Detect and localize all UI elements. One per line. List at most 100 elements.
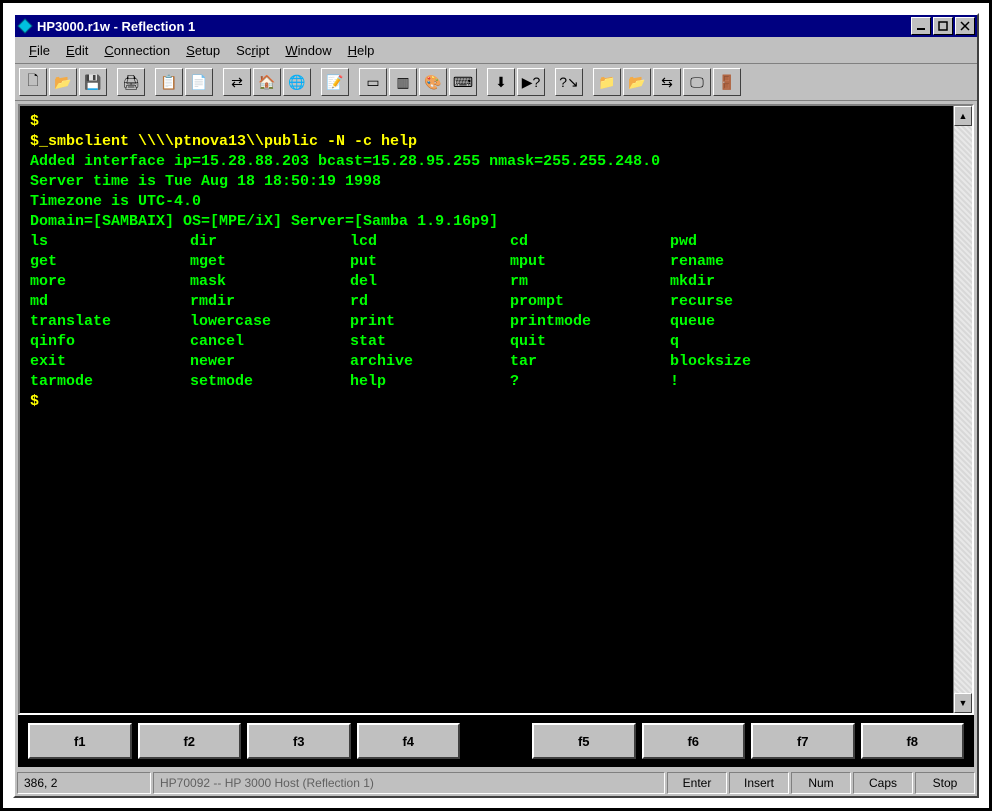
window-a-icon[interactable]: ▭ xyxy=(359,68,387,96)
terminal[interactable]: $ $_smbclient \\\\ptnova13\\public -N -c … xyxy=(20,106,953,713)
terminal-command-cell: put xyxy=(350,252,510,272)
menu-window[interactable]: Window xyxy=(277,41,339,60)
paste-icon[interactable]: 📄 xyxy=(185,68,213,96)
fkey-f4[interactable]: f4 xyxy=(357,723,461,759)
terminal-command-cell: printmode xyxy=(510,312,670,332)
terminal-line: Timezone is UTC-4.0 xyxy=(30,192,943,212)
download-icon[interactable]: ⬇ xyxy=(487,68,515,96)
window-title: HP3000.r1w - Reflection 1 xyxy=(37,19,909,34)
toolbar-separator xyxy=(547,69,553,95)
terminal-command-cell: setmode xyxy=(190,372,350,392)
status-host-label: HP70092 -- HP 3000 Host (Reflection 1) xyxy=(153,772,665,794)
status-caps[interactable]: Caps xyxy=(853,772,913,794)
fkey-f3[interactable]: f3 xyxy=(247,723,351,759)
terminal-command-cell: blocksize xyxy=(670,352,830,372)
window-b-icon[interactable]: ▥ xyxy=(389,68,417,96)
terminal-command-cell: rm xyxy=(510,272,670,292)
exit-icon[interactable]: 🚪 xyxy=(713,68,741,96)
copy-icon[interactable]: 📋 xyxy=(155,68,183,96)
terminal-command-cell: translate xyxy=(30,312,190,332)
fkey-f2[interactable]: f2 xyxy=(138,723,242,759)
home-icon[interactable]: 🏠 xyxy=(253,68,281,96)
terminal-command-cell: archive xyxy=(350,352,510,372)
terminal-command-row: exitnewerarchivetarblocksize xyxy=(30,352,943,372)
terminal-line: $_smbclient \\\\ptnova13\\public -N -c h… xyxy=(30,132,943,152)
display-icon[interactable]: 🖵 xyxy=(683,68,711,96)
terminal-command-row: lsdirlcdcdpwd xyxy=(30,232,943,252)
globe-icon[interactable]: 🌐 xyxy=(283,68,311,96)
run-script-icon[interactable]: ▶? xyxy=(517,68,545,96)
menu-help[interactable]: Help xyxy=(340,41,383,60)
connect-icon[interactable]: ⇄ xyxy=(223,68,251,96)
folder-in-icon[interactable]: 📂 xyxy=(623,68,651,96)
scroll-down-button[interactable]: ▼ xyxy=(954,693,972,713)
menu-bar: FileEditConnectionSetupScriptWindowHelp xyxy=(15,37,977,64)
terminal-command-cell: lcd xyxy=(350,232,510,252)
save-disk-icon[interactable]: 💾 xyxy=(79,68,107,96)
terminal-line: $ xyxy=(30,392,943,412)
terminal-command-cell: queue xyxy=(670,312,830,332)
toolbar: 🗋📂💾🖨📋📄⇄🏠🌐📝▭▥🎨⌨⬇▶??↘📁📂⇆🖵🚪 xyxy=(15,64,977,101)
fkey-f8[interactable]: f8 xyxy=(861,723,965,759)
fkey-f5[interactable]: f5 xyxy=(532,723,636,759)
scroll-up-button[interactable]: ▲ xyxy=(954,106,972,126)
toolbar-separator xyxy=(215,69,221,95)
status-stop[interactable]: Stop xyxy=(915,772,975,794)
scroll-track[interactable] xyxy=(954,126,972,693)
status-cursor-position: 386, 2 xyxy=(17,772,151,794)
terminal-command-cell: newer xyxy=(190,352,350,372)
menu-file[interactable]: File xyxy=(21,41,58,60)
app-window: HP3000.r1w - Reflection 1 FileEditConnec… xyxy=(13,13,979,798)
new-doc-icon[interactable]: 🗋 xyxy=(19,68,47,96)
terminal-command-cell: get xyxy=(30,252,190,272)
terminal-frame: $ $_smbclient \\\\ptnova13\\public -N -c … xyxy=(18,104,974,715)
folder-out-icon[interactable]: 📁 xyxy=(593,68,621,96)
close-button[interactable] xyxy=(955,17,975,35)
toolbar-separator xyxy=(585,69,591,95)
menu-script[interactable]: Script xyxy=(228,41,277,60)
terminal-command-row: getmgetputmputrename xyxy=(30,252,943,272)
context-help-icon[interactable]: ?↘ xyxy=(555,68,583,96)
fkey-f7[interactable]: f7 xyxy=(751,723,855,759)
menu-setup[interactable]: Setup xyxy=(178,41,228,60)
terminal-line: Domain=[SAMBAIX] OS=[MPE/iX] Server=[Sam… xyxy=(30,212,943,232)
terminal-command-cell: tarmode xyxy=(30,372,190,392)
terminal-command-cell: cd xyxy=(510,232,670,252)
terminal-command-cell: qinfo xyxy=(30,332,190,352)
palette-icon[interactable]: 🎨 xyxy=(419,68,447,96)
status-enter[interactable]: Enter xyxy=(667,772,727,794)
terminal-command-cell: mput xyxy=(510,252,670,272)
terminal-command-cell: ! xyxy=(670,372,830,392)
terminal-command-cell: exit xyxy=(30,352,190,372)
terminal-command-cell: md xyxy=(30,292,190,312)
document-frame: HP3000.r1w - Reflection 1 FileEditConnec… xyxy=(0,0,992,811)
terminal-command-cell: quit xyxy=(510,332,670,352)
terminal-command-cell: rename xyxy=(670,252,830,272)
menu-connection[interactable]: Connection xyxy=(96,41,178,60)
terminal-command-cell: cancel xyxy=(190,332,350,352)
keyboard-icon[interactable]: ⌨ xyxy=(449,68,477,96)
toolbar-separator xyxy=(147,69,153,95)
terminal-command-cell: tar xyxy=(510,352,670,372)
status-bar: 386, 2 HP70092 -- HP 3000 Host (Reflecti… xyxy=(15,770,977,796)
notepad-icon[interactable]: 📝 xyxy=(321,68,349,96)
open-folder-icon[interactable]: 📂 xyxy=(49,68,77,96)
terminal-command-cell: ? xyxy=(510,372,670,392)
terminal-command-cell: recurse xyxy=(670,292,830,312)
transfer-icon[interactable]: ⇆ xyxy=(653,68,681,96)
terminal-command-cell: lowercase xyxy=(190,312,350,332)
app-icon xyxy=(17,18,33,34)
terminal-command-cell: more xyxy=(30,272,190,292)
vertical-scrollbar[interactable]: ▲ ▼ xyxy=(953,106,972,713)
maximize-button[interactable] xyxy=(933,17,953,35)
title-bar[interactable]: HP3000.r1w - Reflection 1 xyxy=(15,15,977,37)
terminal-command-row: translatelowercaseprintprintmodequeue xyxy=(30,312,943,332)
fkey-f1[interactable]: f1 xyxy=(28,723,132,759)
status-num[interactable]: Num xyxy=(791,772,851,794)
status-insert[interactable]: Insert xyxy=(729,772,789,794)
print-icon[interactable]: 🖨 xyxy=(117,68,145,96)
terminal-command-row: mdrmdirrdpromptrecurse xyxy=(30,292,943,312)
fkey-f6[interactable]: f6 xyxy=(642,723,746,759)
minimize-button[interactable] xyxy=(911,17,931,35)
menu-edit[interactable]: Edit xyxy=(58,41,96,60)
